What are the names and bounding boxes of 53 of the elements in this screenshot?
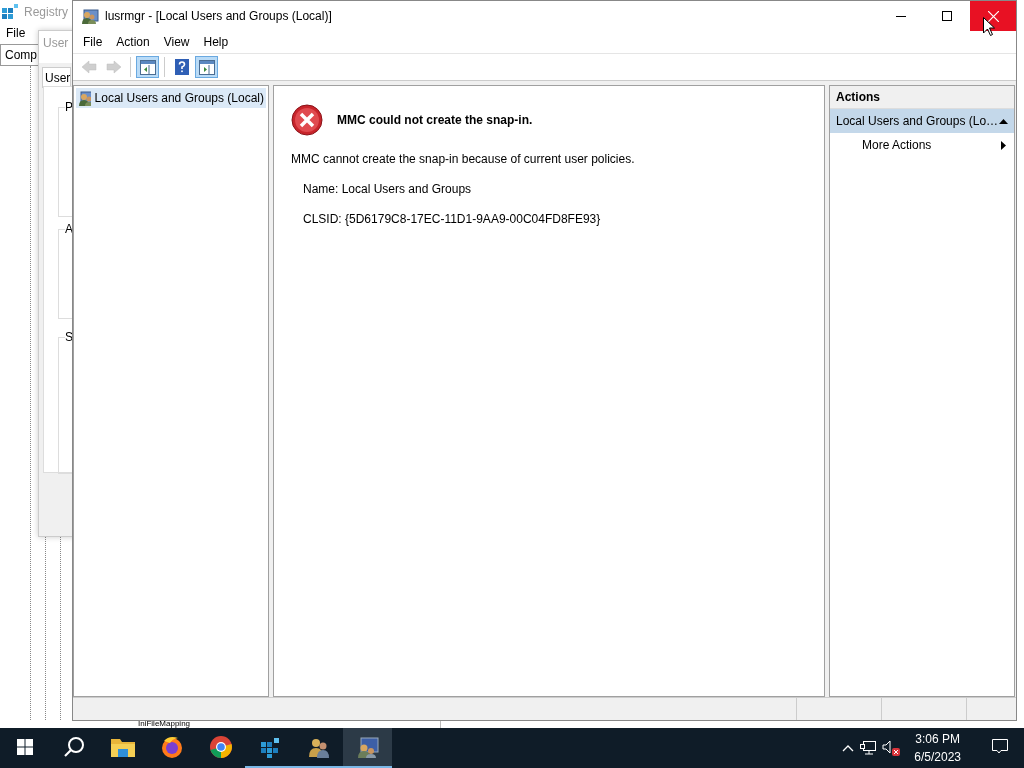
chrome-icon — [208, 735, 233, 759]
section-label: Local Users and Groups (Lo… — [836, 114, 999, 128]
menu-item[interactable]: View — [156, 33, 197, 51]
console-icon — [356, 736, 379, 758]
pane-toggle-icon — [198, 59, 215, 75]
error-detail: Name: Local Users and Groups — [303, 182, 473, 196]
taskbar-app[interactable] — [343, 728, 392, 768]
close-button[interactable] — [970, 1, 1016, 31]
minimize-icon — [896, 15, 906, 17]
console-icon — [81, 8, 99, 24]
window-title: Registry — [24, 5, 68, 19]
action-item[interactable]: More Actions — [830, 133, 1014, 157]
firefox-icon — [159, 735, 184, 759]
maximize-icon — [942, 11, 952, 21]
tree-item[interactable]: IniFileMapping — [138, 720, 191, 728]
menu-item[interactable]: Help — [196, 33, 236, 51]
clock[interactable]: 3:06 PM 6/5/2023 — [906, 730, 969, 766]
menu-item[interactable]: File — [76, 33, 110, 51]
menu-item[interactable]: Action — [109, 33, 157, 51]
error-icon — [291, 104, 323, 136]
dialog-title: User — [43, 36, 69, 52]
folder-icon — [110, 737, 135, 757]
windows-icon — [16, 739, 33, 755]
users-icon — [78, 90, 91, 106]
help-icon — [174, 59, 189, 75]
action-label: More Actions — [862, 138, 932, 152]
clock-date: 6/5/2023 — [914, 749, 961, 766]
error-title: MMC could not create the snap-in. — [337, 113, 533, 127]
error-message: MMC cannot create the snap-in because of current user policies. — [291, 152, 636, 166]
speech-bubble-icon — [991, 739, 1008, 755]
close-icon — [987, 10, 999, 22]
chevron-up-icon — [842, 744, 855, 752]
search-icon — [62, 736, 85, 758]
console-tree-button[interactable] — [136, 56, 159, 78]
actions-title: Actions — [830, 86, 1014, 109]
submenu-arrow-icon — [1001, 140, 1006, 150]
actions-section[interactable]: Local Users and Groups (Lo… — [830, 109, 1014, 133]
network-icon — [860, 741, 877, 755]
clock-time: 3:06 PM — [915, 731, 960, 748]
pane-toggle-icon — [139, 59, 156, 75]
back-arrow-icon — [80, 60, 97, 74]
registry-icon — [258, 736, 281, 758]
window-title: lusrmgr - [Local Users and Groups (Local)] — [105, 9, 333, 23]
action-pane-button[interactable] — [195, 56, 218, 78]
registry-icon — [2, 4, 18, 20]
tree-item[interactable]: Local Users and Groups (Local) — [76, 88, 266, 108]
menu-item[interactable]: File — [0, 24, 32, 42]
error-detail: CLSID: {5D6179C8-17EC-11D1-9AA9-00C04FD8FE93} — [303, 212, 602, 226]
collapse-icon — [999, 118, 1008, 124]
tab[interactable]: User — [42, 67, 72, 88]
users-icon — [307, 736, 330, 758]
volume-muted-icon — [882, 740, 901, 756]
forward-arrow-icon — [105, 60, 122, 74]
